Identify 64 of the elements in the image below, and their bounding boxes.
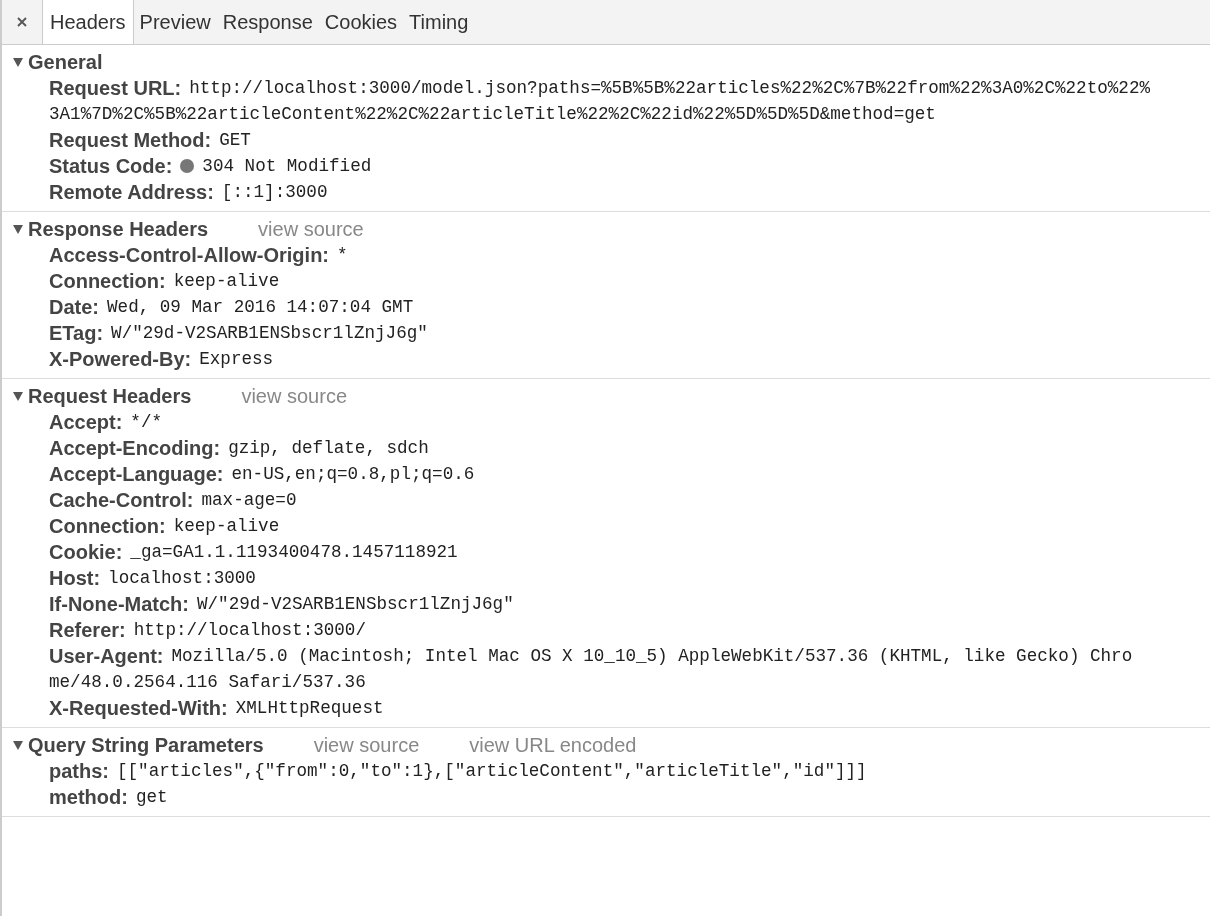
header-name: Request Method: (49, 128, 212, 152)
header-value: 304 Not Modified (202, 156, 372, 176)
header-value: me/48.0.2564.116 Safari/537.36 (49, 672, 366, 692)
header-name: Referer: (49, 618, 126, 642)
header-name: Date: (49, 295, 99, 319)
header-value: [["articles",{"from":0,"to":1},["articleContent","articleTitle","id"]]] (117, 761, 867, 781)
header-name: Remote Address: (49, 180, 214, 204)
header-name: Accept-Language: (49, 462, 224, 486)
header-value: W/"29d-V2SARB1ENSbscr1lZnjJ6g" (197, 594, 514, 614)
section-title[interactable]: General (28, 50, 103, 74)
header-value: localhost:3000 (108, 568, 256, 588)
header-name: method: (49, 785, 128, 809)
section-title[interactable]: Request Headers (28, 384, 192, 408)
header-name: Access-Control-Allow-Origin: (49, 243, 329, 267)
section-title[interactable]: Response Headers (28, 217, 209, 241)
header-name: Request URL: (49, 76, 182, 100)
header-value: http://localhost:3000/ (133, 620, 366, 640)
header-name: Cache-Control: (49, 488, 194, 512)
header-value: W/"29d-V2SARB1ENSbscr1lZnjJ6g" (111, 323, 428, 343)
expanded-triangle-icon[interactable] (12, 56, 24, 68)
tab[interactable]: Cookies (318, 0, 404, 44)
header-value: gzip, deflate, sdch (228, 438, 429, 458)
section-title[interactable]: Query String Parameters (28, 733, 264, 757)
header-value: http://localhost:3000/model.json?paths=%5B%5B%22articles%22%2C%7B%22from%22%3A0%2C%22to%22% (189, 78, 1150, 98)
header-value: 3A1%7D%2C%5B%22articleContent%22%2C%22articleTitle%22%2C%22id%22%5D%5D%5D&method=get (49, 104, 936, 124)
header-value: */* (130, 412, 163, 432)
header-name: ETag: (49, 321, 104, 345)
header-name: Accept: (49, 410, 123, 434)
header-value: en-US,en;q=0.8,pl;q=0.6 (231, 464, 475, 484)
tab[interactable]: Headers (42, 0, 134, 44)
tab[interactable]: Preview (133, 0, 217, 44)
view-source-link[interactable]: view source (241, 384, 347, 408)
header-name: Host: (49, 566, 101, 590)
close-icon[interactable] (16, 16, 28, 28)
header-name: Cookie: (49, 540, 123, 564)
header-value: max-age=0 (201, 490, 297, 510)
header-name: If-None-Match: (49, 592, 189, 616)
view-source-link[interactable]: view URL encoded (469, 733, 637, 757)
header-name: Connection: (49, 269, 166, 293)
header-value: Mozilla/5.0 (Macintosh; Intel Mac OS X 10_10_5) AppleWebKit/537.36 (KHTML, like Gecko) Chro (171, 646, 1133, 666)
header-value: keep-alive (173, 516, 280, 536)
view-source-link[interactable]: view source (258, 217, 364, 241)
tab[interactable]: Timing (403, 0, 475, 44)
header-value: * (337, 245, 348, 265)
header-name: Connection: (49, 514, 166, 538)
header-name: Accept-Encoding: (49, 436, 221, 460)
header-name: paths: (49, 759, 109, 783)
header-value: XMLHttpRequest (235, 698, 384, 718)
header-value: [::1]:3000 (221, 182, 328, 202)
header-value: Express (199, 349, 274, 369)
header-value: _ga=GA1.1.1193400478.1457118921 (130, 542, 458, 562)
header-name: User-Agent: (49, 644, 164, 668)
header-value: get (135, 787, 168, 807)
header-name: X-Powered-By: (49, 347, 192, 371)
expanded-triangle-icon[interactable] (12, 223, 24, 235)
view-source-link[interactable]: view source (313, 733, 420, 757)
header-value: Wed, 09 Mar 2016 14:07:04 GMT (107, 297, 414, 317)
header-value: keep-alive (173, 271, 280, 291)
header-value: GET (219, 130, 251, 150)
header-name: Status Code: (49, 154, 173, 178)
expanded-triangle-icon[interactable] (12, 390, 24, 402)
header-name: X-Requested-With: (49, 696, 228, 720)
tab[interactable]: Response (216, 0, 319, 44)
expanded-triangle-icon[interactable] (12, 739, 24, 751)
